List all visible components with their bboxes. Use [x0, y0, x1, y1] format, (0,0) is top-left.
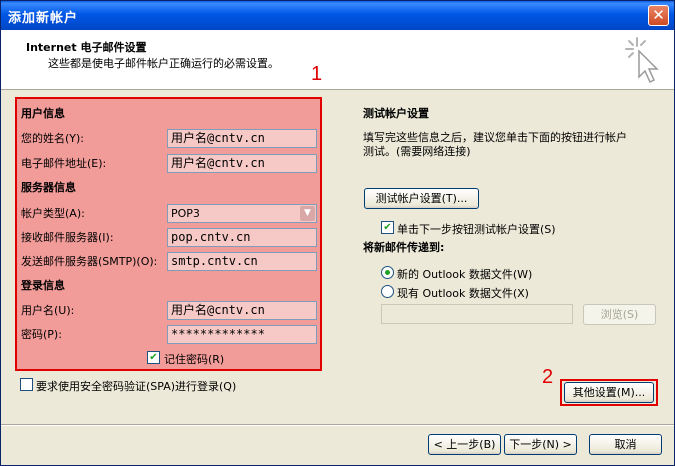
auto-test-checkbox[interactable]: ✔	[381, 221, 394, 234]
username-input[interactable]: 用户名@cntv.cn	[167, 301, 317, 320]
existing-data-file-radio[interactable]	[381, 285, 394, 298]
email-input[interactable]: 用户名@cntv.cn	[167, 154, 317, 173]
existing-data-file-label: 现有 Outlook 数据文件(X)	[397, 287, 529, 300]
login-info-heading: 登录信息	[21, 279, 65, 292]
new-data-file-label: 新的 Outlook 数据文件(W)	[397, 268, 533, 281]
window-title: 添加新帐户	[8, 11, 79, 26]
cancel-button[interactable]: 取消	[589, 434, 662, 455]
password-label: 密码(P):	[21, 328, 62, 341]
footer-separator	[1, 424, 674, 426]
add-account-dialog: 添加新帐户 ✕ Internet 电子邮件设置 这些都是使电子邮件帐户正确运行的…	[0, 0, 675, 466]
spa-checkbox[interactable]	[20, 378, 33, 391]
new-data-file-radio[interactable]	[381, 266, 394, 279]
header-subtitle: 这些都是使电子邮件帐户正确运行的必需设置。	[48, 57, 279, 70]
spa-label: 要求使用安全密码验证(SPA)进行登录(Q)	[36, 380, 237, 393]
account-type-label: 帐户类型(A):	[21, 207, 85, 220]
chevron-down-icon[interactable]: ▼	[300, 206, 315, 221]
next-button[interactable]: 下一步(N) >	[504, 434, 577, 455]
email-label: 电子邮件地址(E):	[21, 157, 107, 170]
cursor-sparkle-icon	[625, 37, 659, 83]
password-input[interactable]: *************	[167, 325, 317, 344]
remember-password-checkbox[interactable]: ✔	[147, 351, 160, 364]
test-account-button[interactable]: 测试帐户设置(T)...	[364, 188, 479, 209]
account-type-value: POP3	[171, 207, 200, 220]
back-button[interactable]: < 上一步(B)	[428, 434, 501, 455]
username-label: 用户名(U):	[21, 304, 75, 317]
outgoing-server-label: 发送邮件服务器(SMTP)(O):	[21, 255, 158, 268]
server-info-heading: 服务器信息	[21, 181, 76, 194]
browse-button[interactable]: 浏览(S)	[583, 304, 656, 325]
data-file-path-input[interactable]	[381, 304, 573, 324]
outgoing-server-input[interactable]: smtp.cntv.cn	[167, 252, 317, 271]
more-settings-button[interactable]: 其他设置(M)...	[564, 382, 654, 403]
header-title: Internet 电子邮件设置	[26, 41, 147, 54]
annotation-label-2: 2	[542, 366, 554, 388]
incoming-server-input[interactable]: pop.cntv.cn	[167, 228, 317, 247]
dialog-header: Internet 电子邮件设置 这些都是使电子邮件帐户正确运行的必需设置。	[1, 30, 674, 90]
title-bar[interactable]: 添加新帐户 ✕	[1, 1, 674, 30]
test-heading: 测试帐户设置	[363, 107, 429, 120]
auto-test-label: 单击下一步按钮测试帐户设置(S)	[397, 223, 556, 236]
test-desc-line2: 测试。(需要网络连接)	[363, 145, 471, 158]
annotation-label-1: 1	[311, 63, 323, 85]
account-type-select[interactable]: POP3 ▼	[167, 204, 317, 223]
incoming-server-label: 接收邮件服务器(I):	[21, 231, 114, 244]
user-info-heading: 用户信息	[21, 107, 65, 120]
close-icon[interactable]: ✕	[648, 5, 669, 26]
name-input[interactable]: 用户名@cntv.cn	[167, 129, 317, 148]
name-label: 您的姓名(Y):	[21, 132, 85, 145]
deliver-heading: 将新邮件传递到:	[363, 241, 445, 254]
remember-password-label: 记住密码(R)	[164, 353, 225, 366]
